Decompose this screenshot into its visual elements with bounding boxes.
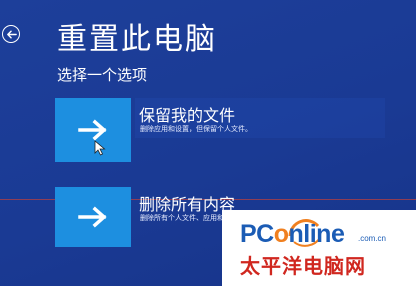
logo-suffix: nline <box>288 220 345 248</box>
pconline-watermark: PConline .com.cn 太平洋电脑网 <box>222 210 416 286</box>
option-tile[interactable] <box>55 98 131 162</box>
keep-files-option[interactable]: 保留我的文件 删除应用和设置，但保留个人文件。 <box>55 98 416 178</box>
option-title: 保留我的文件 <box>139 106 236 125</box>
option-tile[interactable] <box>55 187 131 247</box>
logo-o: o <box>273 220 289 248</box>
mouse-pointer-icon <box>94 140 106 156</box>
watermark-logo: PConline <box>240 220 345 249</box>
option-description: 删除应用和设置，但保留个人文件。 <box>140 125 252 133</box>
back-button[interactable] <box>2 25 20 43</box>
watermark-name: 太平洋电脑网 <box>240 254 366 278</box>
page-subtitle: 选择一个选项 <box>57 66 148 84</box>
option-title: 删除所有内容 <box>139 195 236 214</box>
logo-prefix: PC <box>240 220 274 248</box>
back-arrow-icon <box>6 30 17 38</box>
watermark-domain: .com.cn <box>358 234 387 243</box>
page-title: 重置此电脑 <box>57 22 217 57</box>
right-arrow-icon <box>78 119 107 141</box>
right-arrow-icon <box>78 206 107 228</box>
